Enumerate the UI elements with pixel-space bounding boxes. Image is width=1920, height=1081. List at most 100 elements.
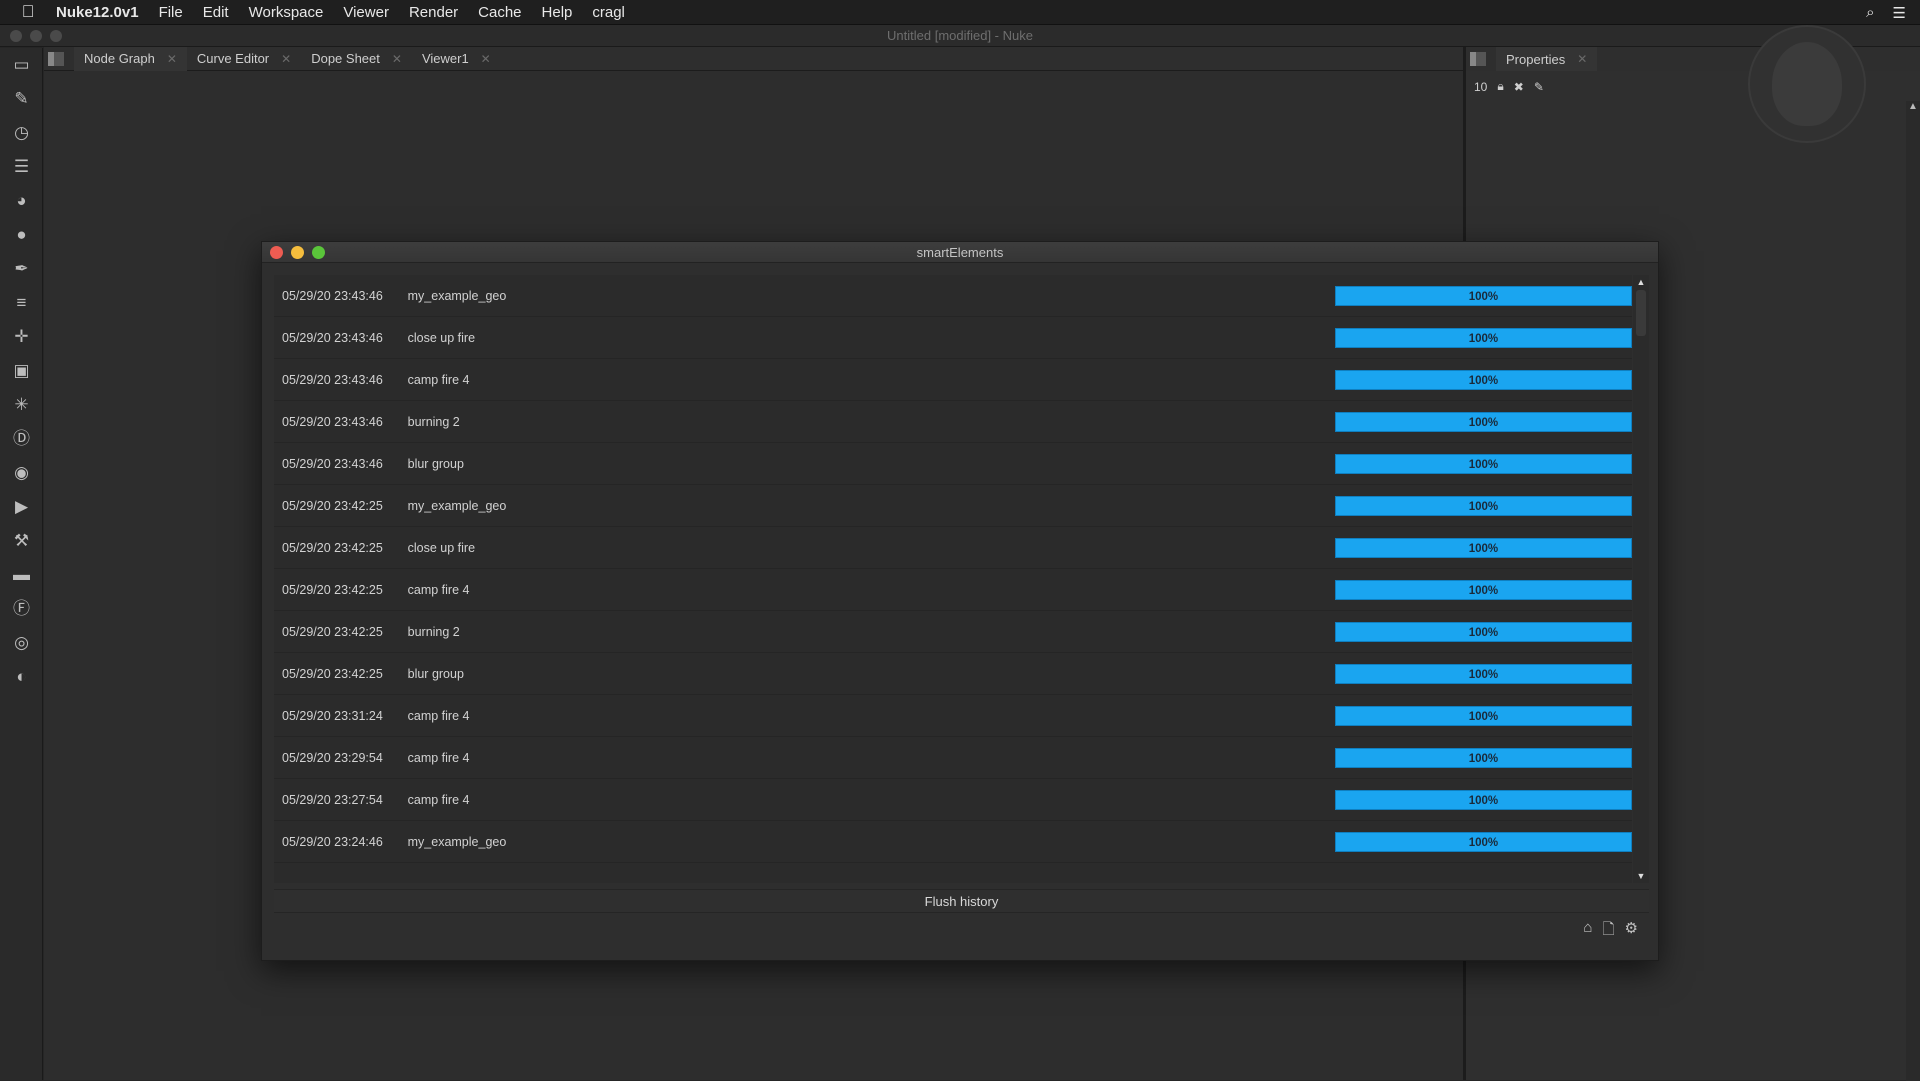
menu-edit[interactable]: Edit	[193, 4, 239, 21]
menu-render[interactable]: Render	[399, 4, 468, 21]
scroll-thumb[interactable]	[1636, 290, 1646, 336]
close-icon[interactable]: ✕	[481, 52, 491, 66]
toolbar-ocula-button[interactable]: ◎	[0, 626, 43, 660]
toolbar-keyer-button[interactable]: ✒	[0, 252, 43, 286]
spotlight-search-icon[interactable]: ⌕	[1866, 4, 1874, 21]
particles-icon: ✳	[14, 395, 29, 414]
metadata-icon: ▶	[14, 497, 29, 516]
merge-icon: ≡	[16, 293, 27, 312]
history-icon[interactable]: 🗋︎	[1602, 919, 1614, 944]
toolbar-deep-button[interactable]: Ⓓ	[0, 422, 43, 456]
row-progress-bar: 100%	[1334, 537, 1632, 558]
toolbar-transform-button[interactable]: ✛	[0, 320, 43, 354]
pane-menu-icon[interactable]	[1470, 52, 1486, 66]
window-minimize-button[interactable]	[30, 30, 42, 42]
toolbar-cara-vr-button[interactable]: ◐	[0, 660, 43, 694]
toolbar-image-button[interactable]: ▭	[0, 48, 43, 82]
dialog-title-bar: smartElements	[262, 242, 1658, 263]
tab-label: Dope Sheet	[311, 51, 380, 66]
toolbar-toolsets-button[interactable]: ⚒	[0, 524, 43, 558]
close-icon[interactable]: ✕	[281, 52, 291, 66]
toolbar-time-button[interactable]: ◷	[0, 116, 43, 150]
dialog-maximize-button[interactable]	[312, 246, 325, 259]
notification-center-icon[interactable]: ☰	[1893, 4, 1906, 22]
window-close-button[interactable]	[10, 30, 22, 42]
history-row[interactable]: 05/29/20 23:42:25 close up fire 100%	[274, 527, 1632, 569]
tab-curve-editor[interactable]: Curve Editor ✕	[187, 47, 301, 71]
scroll-up-icon[interactable]: ▲	[1633, 275, 1649, 289]
menu-app-name[interactable]: Nuke12.0v1	[56, 4, 149, 21]
dialog-minimize-button[interactable]	[291, 246, 304, 259]
flush-history-button[interactable]: Flush history	[274, 889, 1649, 913]
history-row[interactable]: 05/29/20 23:42:25 camp fire 4 100%	[274, 569, 1632, 611]
toolbar-filter-button[interactable]: ●	[0, 218, 43, 252]
ocula-icon: ◎	[14, 633, 29, 652]
menu-workspace[interactable]: Workspace	[239, 4, 334, 21]
tab-viewer1[interactable]: Viewer1 ✕	[412, 47, 501, 71]
pen-icon[interactable]: ✎	[1534, 80, 1544, 94]
history-row[interactable]: 05/29/20 23:43:46 close up fire 100%	[274, 317, 1632, 359]
toolbar-views-button[interactable]: ◉	[0, 456, 43, 490]
tab-node-graph[interactable]: Node Graph ✕	[74, 46, 187, 71]
history-row[interactable]: 05/29/20 23:29:54 camp fire 4 100%	[274, 737, 1632, 779]
row-element-name: burning 2	[407, 414, 460, 429]
window-maximize-button[interactable]	[50, 30, 62, 42]
toolbar-other-button[interactable]: ▬	[0, 558, 43, 592]
menu-cache[interactable]: Cache	[468, 4, 531, 21]
toolbar-furnace-button[interactable]: Ⓕ	[0, 592, 43, 626]
menu-file[interactable]: File	[149, 4, 193, 21]
row-timestamp: 05/29/20 23:43:46	[282, 414, 383, 429]
scroll-down-icon[interactable]: ▼	[1633, 869, 1649, 883]
row-timestamp: 05/29/20 23:43:46	[282, 330, 383, 345]
transform-icon: ✛	[14, 327, 29, 346]
nodes-toolbar: ▭ ✎ ◷ ☰ ◕ ● ✒ ≡ ✛ ▣ ✳ Ⓓ ◉ ▶ ⚒ ▬ Ⓕ ◎ ◐	[0, 48, 43, 1080]
toolbar-channel-button[interactable]: ☰	[0, 150, 43, 184]
close-icon[interactable]: ✕	[167, 52, 177, 66]
row-timestamp: 05/29/20 23:42:25	[282, 582, 383, 597]
row-timestamp: 05/29/20 23:42:25	[282, 666, 383, 681]
max-panels-field[interactable]: 10	[1474, 80, 1487, 94]
history-row[interactable]: 05/29/20 23:43:46 camp fire 4 100%	[274, 359, 1632, 401]
furnace-icon: Ⓕ	[13, 599, 30, 618]
home-icon[interactable]: ⌂	[1583, 919, 1592, 944]
history-row[interactable]: 05/29/20 23:24:46 my_example_geo 100%	[274, 821, 1632, 863]
dialog-close-button[interactable]	[270, 246, 283, 259]
history-row[interactable]: 05/29/20 23:43:46 blur group 100%	[274, 443, 1632, 485]
tab-dope-sheet[interactable]: Dope Sheet ✕	[301, 47, 412, 71]
menu-viewer[interactable]: Viewer	[333, 4, 399, 21]
close-icon[interactable]: ✕	[392, 52, 402, 66]
close-icon[interactable]: ✕	[1577, 52, 1587, 66]
history-row[interactable]: 05/29/20 23:31:24 camp fire 4 100%	[274, 695, 1632, 737]
toolbar-metadata-button[interactable]: ▶	[0, 490, 43, 524]
row-timestamp: 05/29/20 23:42:25	[282, 498, 383, 513]
color-icon: ◕	[16, 191, 27, 210]
toolbar-draw-button[interactable]: ✎	[0, 82, 43, 116]
row-progress-bar: 100%	[1334, 369, 1632, 390]
properties-scrollbar[interactable]: ▲	[1906, 101, 1920, 1081]
smart-elements-dialog: smartElements 05/29/20 23:43:46 my_exampl…	[261, 241, 1659, 961]
menu-cragl[interactable]: cragl	[582, 4, 635, 21]
pane-menu-icon[interactable]	[48, 51, 64, 66]
history-list: 05/29/20 23:43:46 my_example_geo 100% 05/29…	[274, 275, 1632, 883]
time-icon: ◷	[14, 123, 29, 142]
settings-gear-icon[interactable]: ⚙	[1625, 919, 1638, 944]
history-row[interactable]: 05/29/20 23:42:25 burning 2 100%	[274, 611, 1632, 653]
toolbar-color-button[interactable]: ◕	[0, 184, 43, 218]
scroll-up-icon[interactable]: ▲	[1906, 101, 1920, 112]
main-tab-bar: Node Graph ✕ Curve Editor ✕ Dope Sheet ✕…	[44, 46, 1464, 71]
history-row[interactable]: 05/29/20 23:43:46 my_example_geo 100%	[274, 275, 1632, 317]
apple-icon[interactable]: 	[0, 2, 56, 22]
menu-help[interactable]: Help	[532, 4, 583, 21]
history-scrollbar[interactable]: ▲ ▼	[1633, 275, 1649, 883]
tab-properties[interactable]: Properties ✕	[1496, 47, 1598, 71]
clear-panels-icon[interactable]: ✖	[1514, 80, 1524, 94]
history-row[interactable]: 05/29/20 23:27:54 camp fire 4 100%	[274, 779, 1632, 821]
history-row[interactable]: 05/29/20 23:43:46 burning 2 100%	[274, 401, 1632, 443]
history-row[interactable]: 05/29/20 23:42:25 blur group 100%	[274, 653, 1632, 695]
toolsets-icon: ⚒	[13, 531, 30, 550]
toolbar-merge-button[interactable]: ≡	[0, 286, 43, 320]
toolbar-3d-button[interactable]: ▣	[0, 354, 43, 388]
lock-icon[interactable]: 🔒︎	[1497, 79, 1503, 94]
toolbar-particles-button[interactable]: ✳	[0, 388, 43, 422]
history-row[interactable]: 05/29/20 23:42:25 my_example_geo 100%	[274, 485, 1632, 527]
